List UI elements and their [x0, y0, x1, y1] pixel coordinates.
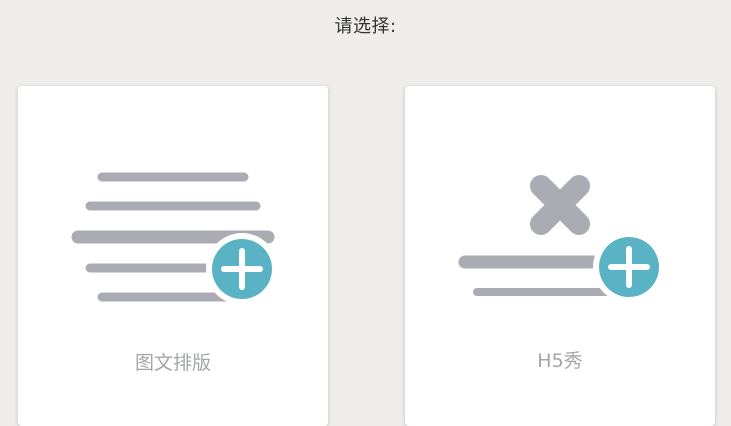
- text-layout-add-icon: [71, 172, 278, 305]
- option-label-h5-show: H5秀: [537, 350, 583, 372]
- option-card-text-layout[interactable]: 图文排版: [18, 86, 328, 426]
- option-label-text-layout: 图文排版: [134, 352, 211, 374]
- h5-show-add-icon: [458, 175, 665, 303]
- page-prompt: 请选择:: [334, 16, 397, 37]
- option-card-h5-show[interactable]: H5秀: [405, 86, 715, 426]
